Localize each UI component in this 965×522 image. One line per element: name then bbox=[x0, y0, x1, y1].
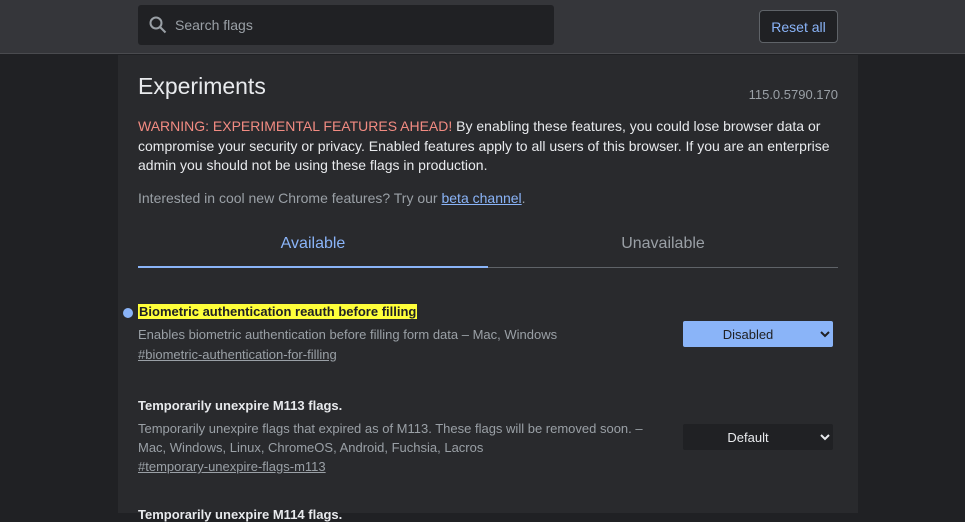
flag-permalink[interactable]: #biometric-authentication-for-filling bbox=[138, 347, 337, 362]
reset-all-button[interactable]: Reset all bbox=[759, 10, 838, 43]
warning-label: WARNING: EXPERIMENTAL FEATURES AHEAD! bbox=[138, 118, 453, 134]
beta-promo: Interested in cool new Chrome features? … bbox=[138, 190, 526, 206]
beta-prefix: Interested in cool new Chrome features? … bbox=[138, 190, 442, 206]
version-label: 115.0.5790.170 bbox=[748, 87, 838, 102]
search-box[interactable] bbox=[138, 5, 554, 45]
page-title: Experiments bbox=[138, 73, 266, 99]
modified-indicator-icon bbox=[123, 308, 133, 318]
top-bar: Reset all bbox=[0, 0, 965, 54]
flag-item: Temporarily unexpire M113 flags. Tempora… bbox=[138, 398, 838, 478]
flag-description: Enables biometric authentication before … bbox=[138, 327, 558, 342]
beta-channel-link[interactable]: beta channel bbox=[441, 190, 521, 206]
flag-name: Biometric authentication reauth before f… bbox=[138, 304, 418, 319]
search-icon bbox=[149, 16, 167, 34]
tab-available[interactable]: Available bbox=[138, 225, 488, 268]
beta-suffix: . bbox=[521, 190, 526, 206]
tab-bar: Available Unavailable bbox=[138, 225, 838, 268]
flag-permalink[interactable]: #temporary-unexpire-flags-m113 bbox=[138, 459, 326, 474]
search-input[interactable] bbox=[175, 5, 545, 45]
flag-state-select[interactable]: Disabled bbox=[683, 321, 833, 347]
flag-name: Temporarily unexpire M113 flags. bbox=[138, 398, 343, 413]
tab-unavailable[interactable]: Unavailable bbox=[488, 225, 838, 267]
warning-text: WARNING: EXPERIMENTAL FEATURES AHEAD! By… bbox=[138, 117, 838, 176]
flag-description: Temporarily unexpire flags that expired … bbox=[138, 421, 643, 455]
flag-item: Biometric authentication reauth before f… bbox=[123, 304, 838, 374]
flag-state-select[interactable]: Default bbox=[683, 424, 833, 450]
flag-name-partial: Temporarily unexpire M114 flags. bbox=[138, 507, 343, 522]
experiments-panel: Experiments 115.0.5790.170 WARNING: EXPE… bbox=[118, 55, 858, 522]
